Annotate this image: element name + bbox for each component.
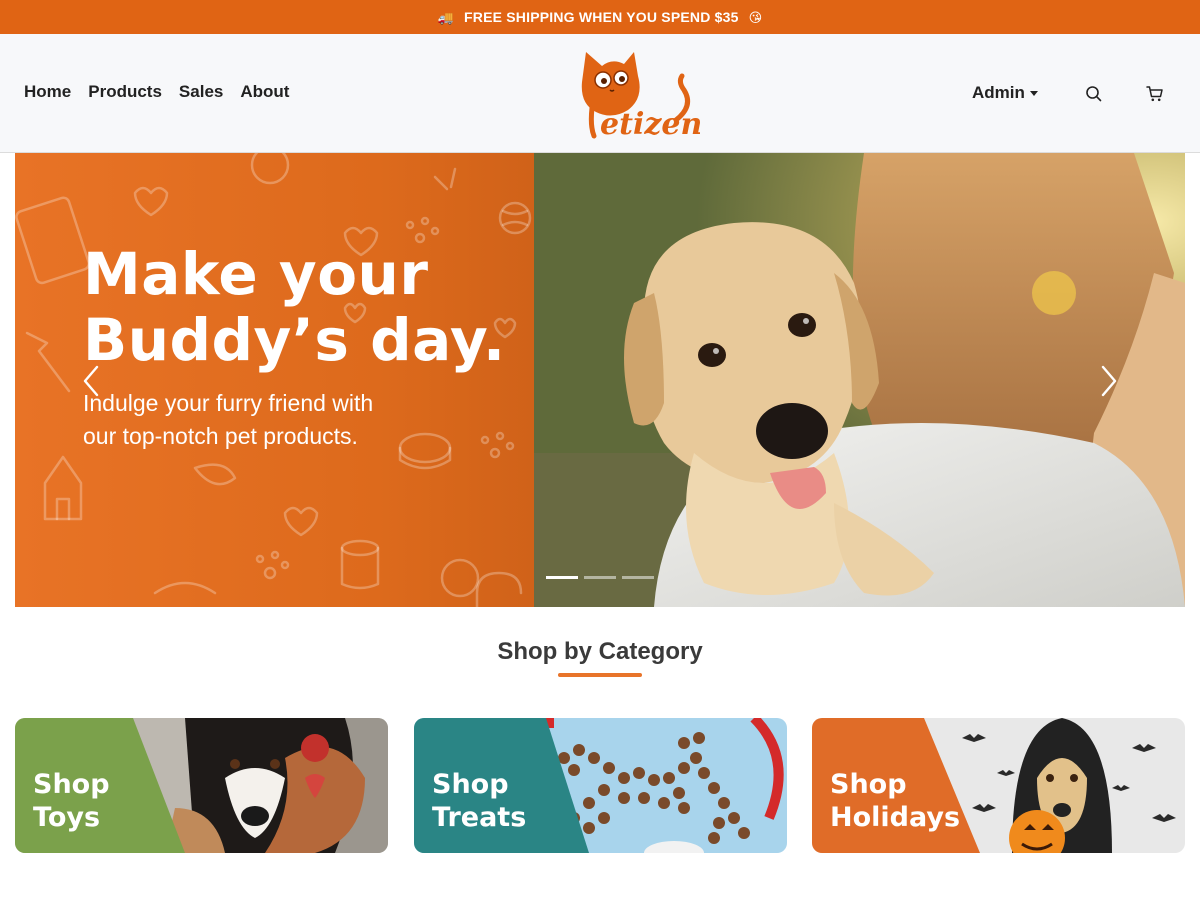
truck-icon: 🚚 (437, 9, 455, 25)
category-card-toys[interactable]: Shop Toys (15, 718, 388, 853)
chevron-down-icon (1029, 90, 1038, 96)
face-emoji-icon: 😘 (748, 9, 763, 25)
hero-subtitle-line2: our top-notch pet products. (83, 423, 358, 449)
nav-links: Home Products Sales About (24, 82, 289, 102)
hero-title-line2: Buddy’s day. (83, 306, 506, 374)
navbar: Home Products Sales About etizen Admin (0, 34, 1200, 153)
carousel-indicator-3[interactable] (622, 576, 654, 579)
hero-subtitle: Indulge your furry friend with our top-n… (83, 387, 513, 453)
category-label-line2: Treats (432, 802, 527, 833)
hero-title-line1: Make your (83, 240, 429, 308)
nav-link-sales[interactable]: Sales (179, 82, 223, 102)
category-card-holidays[interactable]: Shop Holidays (812, 718, 1185, 853)
category-label-toys: Shop Toys (33, 768, 110, 834)
petizen-logo[interactable]: etizen (572, 46, 700, 142)
hero-carousel: Make your Buddy’s day. Indulge your furr… (15, 153, 1185, 607)
nav-link-products[interactable]: Products (88, 82, 162, 102)
section-title: Shop by Category (497, 638, 703, 665)
category-label-line1: Shop (33, 769, 110, 800)
hero-subtitle-line1: Indulge your furry friend with (83, 390, 374, 416)
category-label-line1: Shop (432, 769, 509, 800)
carousel-indicator-2[interactable] (584, 576, 616, 579)
admin-label: Admin (972, 83, 1025, 102)
category-label-treats: Shop Treats (432, 768, 526, 834)
category-label-line2: Toys (33, 802, 101, 833)
search-icon[interactable] (1084, 84, 1104, 104)
promo-text: FREE SHIPPING WHEN YOU SPEND $35 (464, 9, 739, 25)
category-label-holidays: Shop Holidays (830, 768, 960, 834)
nav-link-home[interactable]: Home (24, 82, 71, 102)
carousel-indicator-1[interactable] (546, 576, 578, 579)
carousel-indicators (546, 576, 654, 579)
carousel-prev-icon[interactable] (77, 361, 107, 401)
category-label-line1: Shop (830, 769, 907, 800)
category-label-line2: Holidays (830, 802, 961, 833)
hero-title: Make your Buddy’s day. (83, 241, 523, 373)
section-title-underline (558, 673, 642, 677)
carousel-next-icon[interactable] (1093, 361, 1123, 401)
admin-dropdown[interactable]: Admin (972, 83, 1038, 103)
category-card-treats[interactable]: Shop Treats (414, 718, 787, 853)
promo-banner: 🚚 FREE SHIPPING WHEN YOU SPEND $35 😘 (0, 0, 1200, 34)
nav-link-about[interactable]: About (240, 82, 289, 102)
cart-icon[interactable] (1145, 84, 1165, 104)
hero-image-puppy (534, 153, 1185, 607)
